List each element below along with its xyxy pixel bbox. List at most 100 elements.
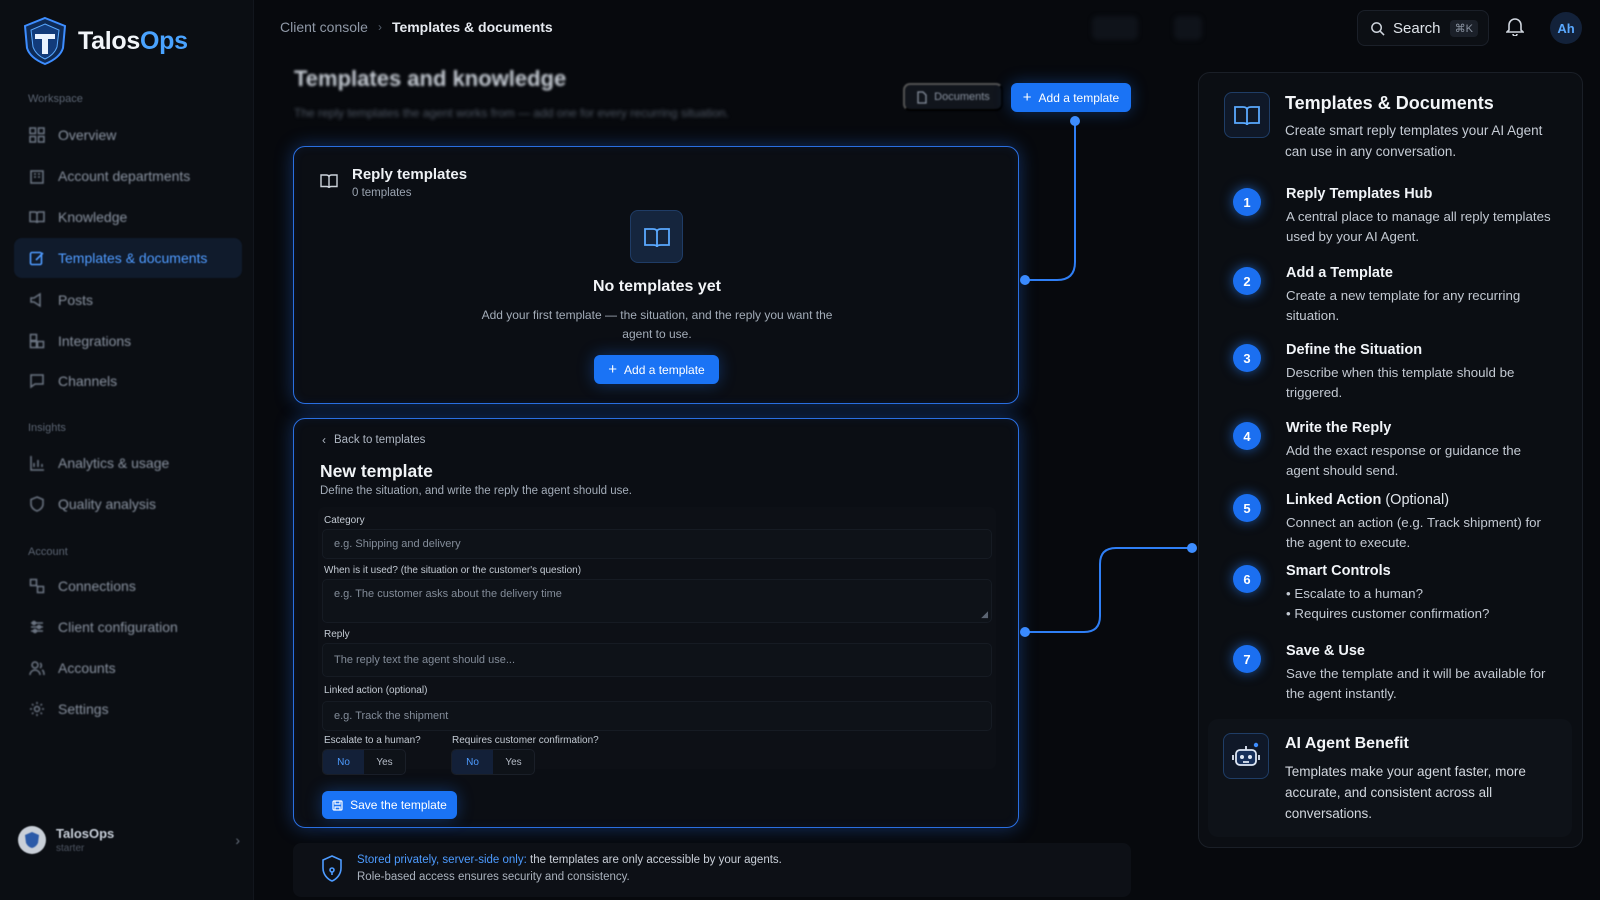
step-description: Describe when this template should be tr… — [1286, 365, 1515, 400]
step-number: 4 — [1233, 422, 1261, 450]
escalate-yes-option[interactable]: Yes — [364, 750, 405, 774]
empty-state-description: Add your first template — the situation,… — [481, 308, 833, 341]
sidebar-item-knowledge[interactable]: Knowledge — [14, 197, 242, 237]
breadcrumb: Client console › Templates & documents — [280, 19, 553, 35]
connector-dot — [1187, 543, 1197, 553]
step-description: A central place to manage all reply temp… — [1286, 209, 1551, 244]
nav-section-insights: Insights — [28, 422, 66, 434]
chevron-right-icon: › — [377, 20, 382, 34]
chat-icon — [28, 372, 46, 390]
guide-subtitle: Create smart reply templates your AI Age… — [1285, 123, 1543, 159]
add-template-button[interactable]: + Add a template — [594, 355, 719, 384]
sidebar-item-label: Quality analysis — [58, 496, 157, 512]
book-icon — [28, 208, 46, 226]
sidebar-item-label: Overview — [58, 127, 117, 143]
puzzle-icon — [28, 332, 46, 350]
new-template-card: ‹ Back to templates New template Define … — [293, 418, 1019, 828]
add-template-button[interactable]: + Add a template — [1011, 83, 1131, 112]
breadcrumb-client-console[interactable]: Client console — [280, 19, 368, 35]
sidebar-item-integrations[interactable]: Integrations — [14, 321, 242, 361]
linked-action-label: Linked action (optional) — [324, 685, 428, 696]
situation-label: When is it used? (the situation or the c… — [324, 565, 582, 576]
back-to-templates-link[interactable]: ‹ Back to templates — [322, 433, 425, 447]
step-title: Save & Use — [1286, 643, 1365, 659]
documents-button[interactable]: Documents — [903, 83, 1003, 111]
step-title: Linked Action (Optional) — [1286, 492, 1450, 508]
resize-handle-icon[interactable]: ◢ — [981, 609, 988, 620]
confirmation-toggle: No Yes — [451, 749, 535, 775]
escalate-toggle: No Yes — [322, 749, 406, 775]
benefit-title: AI Agent Benefit — [1285, 735, 1409, 752]
notifications-button[interactable] — [1505, 16, 1525, 41]
step-title: Smart Controls — [1286, 563, 1391, 579]
sidebar-item-accounts[interactable]: Accounts — [14, 648, 242, 688]
situation-textarea[interactable]: e.g. The customer asks about the deliver… — [322, 579, 992, 623]
confirmation-yes-option[interactable]: Yes — [493, 750, 534, 774]
category-input[interactable]: e.g. Shipping and delivery — [322, 529, 992, 559]
benefit-description: Templates make your agent faster, more a… — [1285, 764, 1526, 821]
sidebar-item-overview[interactable]: Overview — [14, 115, 242, 155]
step-number: 3 — [1233, 344, 1261, 372]
privacy-notice: Stored privately, server-side only: the … — [293, 843, 1131, 897]
workspace-avatar — [18, 826, 46, 854]
step-number: 5 — [1233, 494, 1261, 522]
step-description: Add the exact response or guidance the a… — [1286, 443, 1522, 478]
book-open-icon — [1234, 106, 1260, 126]
connector-dot — [1020, 627, 1030, 637]
escalate-no-option[interactable]: No — [323, 750, 364, 774]
sidebar-item-label: Knowledge — [58, 209, 128, 225]
search-button[interactable]: Search ⌘K — [1357, 10, 1489, 46]
step-description: Create a new template for any recurring … — [1286, 288, 1521, 323]
chevron-right-icon: › — [235, 832, 240, 848]
ai-benefit-card: AI Agent Benefit Templates make your age… — [1208, 719, 1572, 837]
step-description: Save the template and it will be availab… — [1286, 666, 1546, 701]
step-title: Write the Reply — [1286, 420, 1392, 436]
user-avatar[interactable]: Ah — [1550, 12, 1582, 44]
edit-icon — [28, 249, 46, 267]
chevron-left-icon: ‹ — [322, 433, 326, 447]
save-icon — [332, 799, 343, 811]
shield-lock-icon — [322, 855, 342, 882]
sidebar-item-analytics[interactable]: Analytics & usage — [14, 443, 242, 483]
nav-section-workspace: Workspace — [28, 93, 83, 105]
grid-icon — [28, 126, 46, 144]
reply-input[interactable]: The reply text the agent should use... — [322, 643, 992, 677]
reply-templates-card: Reply templates 0 templates No templates… — [293, 146, 1019, 404]
save-template-button[interactable]: Save the template — [322, 791, 457, 819]
confirmation-no-option[interactable]: No — [452, 750, 493, 774]
reply-templates-title: Reply templates — [352, 166, 468, 183]
users-icon — [28, 659, 46, 677]
brand-logo[interactable]: TalosOps — [22, 16, 188, 66]
sidebar-item-account-departments[interactable]: Account departments — [14, 156, 242, 196]
category-label: Category — [324, 515, 365, 526]
book-open-icon — [643, 227, 670, 247]
search-shortcut: ⌘K — [1449, 19, 1478, 37]
sidebar-item-client-configuration[interactable]: Client configuration — [14, 607, 242, 647]
sidebar-item-posts[interactable]: Posts — [14, 280, 242, 320]
connector-bottom — [1025, 547, 1192, 633]
workspace-switcher[interactable]: TalosOps starter › — [18, 820, 240, 860]
step-description: • Escalate to a human? • Requires custom… — [1286, 586, 1490, 621]
step-number: 7 — [1233, 645, 1261, 673]
sidebar-item-label: Channels — [58, 373, 118, 389]
connector-dot — [1070, 116, 1080, 126]
sidebar-item-settings[interactable]: Settings — [14, 689, 242, 729]
sidebar-item-label: Account departments — [58, 168, 191, 184]
linked-action-input[interactable]: e.g. Track the shipment — [322, 701, 992, 731]
workspace-plan: starter — [56, 843, 85, 854]
link-icon — [28, 577, 46, 595]
privacy-line-2: Role-based access ensures security and c… — [357, 871, 630, 883]
sidebar-item-channels[interactable]: Channels — [14, 361, 242, 401]
guide-panel: Templates & Documents Create smart reply… — [1198, 72, 1583, 848]
workspace-logo-icon — [25, 832, 39, 848]
step-number: 6 — [1233, 565, 1261, 593]
brand-name: TalosOps — [78, 26, 188, 55]
sidebar-item-connections[interactable]: Connections — [14, 566, 242, 606]
talos-shield-logo-icon — [23, 16, 67, 66]
sidebar: TalosOps Workspace Overview Account depa… — [0, 0, 254, 900]
page-title: Templates and knowledge — [294, 66, 567, 91]
robot-icon — [1223, 733, 1269, 779]
sidebar-item-templates[interactable]: Templates & documents — [14, 238, 242, 278]
sidebar-item-label: Connections — [58, 578, 136, 594]
sidebar-item-quality[interactable]: Quality analysis — [14, 484, 242, 524]
